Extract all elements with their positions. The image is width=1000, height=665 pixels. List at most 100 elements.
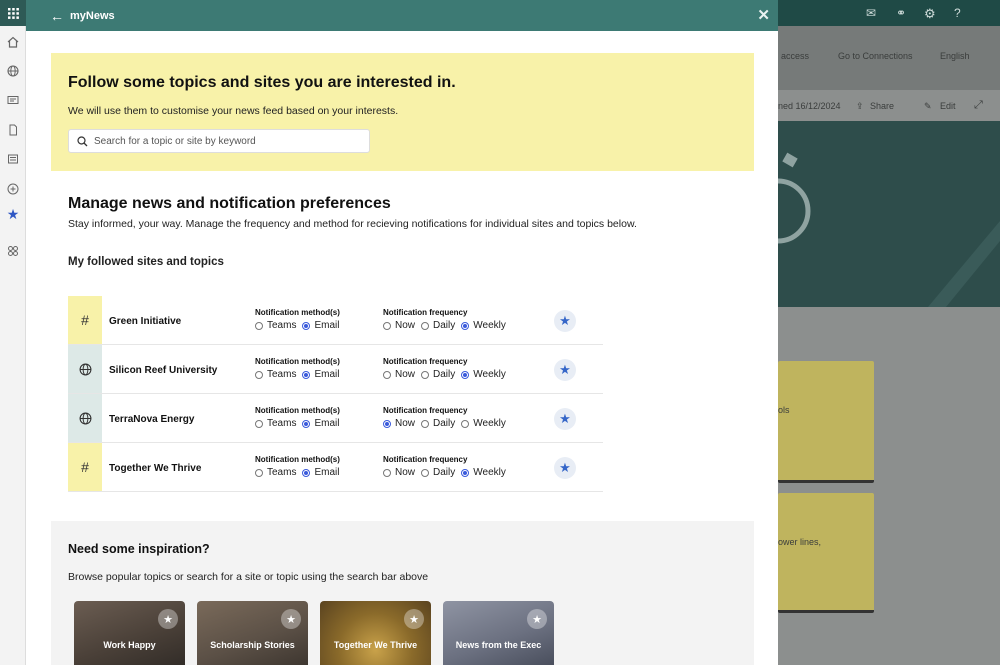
follow-heading: Follow some topics and sites you are int…	[68, 74, 456, 91]
radio-button[interactable]	[302, 370, 311, 379]
globe-icon	[68, 345, 102, 393]
hero-banner	[745, 121, 1000, 307]
follow-star-icon[interactable]: ★	[158, 609, 178, 629]
background-card[interactable]: ols	[778, 361, 874, 483]
published-date: ned 16/12/2024	[778, 101, 841, 111]
radio-button[interactable]	[461, 321, 470, 330]
notification-method-option-teams[interactable]: Teams	[255, 320, 296, 331]
radio-button[interactable]	[302, 419, 311, 428]
followed-item-row: # Together We Thrive Notification method(s…	[68, 443, 603, 492]
radio-button[interactable]	[461, 370, 470, 379]
edit-icon[interactable]: ✎	[924, 101, 932, 112]
notification-frequency-option-now[interactable]: Now	[383, 418, 415, 429]
notification-method-option-teams[interactable]: Teams	[255, 369, 296, 380]
hashtag-icon: #	[68, 296, 102, 344]
notification-frequency-option-weekly[interactable]: Weekly	[461, 467, 506, 478]
apps-icon[interactable]	[5, 243, 21, 259]
file-icon[interactable]	[5, 122, 21, 138]
notification-method-option-teams[interactable]: Teams	[255, 418, 296, 429]
radio-button[interactable]	[255, 468, 263, 477]
radio-button[interactable]	[383, 468, 391, 477]
radio-button[interactable]	[421, 321, 430, 330]
back-arrow-icon[interactable]: ←	[50, 9, 64, 23]
list-icon[interactable]	[5, 151, 21, 167]
topic-tile[interactable]: Scholarship Stories ★	[197, 601, 308, 665]
notification-method-group: Notification method(s) Teams Email	[255, 308, 345, 331]
notification-method-option-email[interactable]: Email	[302, 418, 339, 429]
notification-frequency-option-now[interactable]: Now	[383, 467, 415, 478]
notification-method-option-email[interactable]: Email	[302, 467, 339, 478]
share-nodes-icon[interactable]: ⚭	[896, 6, 910, 20]
radio-button[interactable]	[255, 321, 263, 330]
access-link[interactable]: access	[781, 51, 809, 61]
share-icon[interactable]: ⇪	[856, 101, 864, 112]
follow-star-icon[interactable]: ★	[404, 609, 424, 629]
connections-link[interactable]: Go to Connections	[838, 51, 913, 61]
globe-icon[interactable]	[5, 63, 21, 79]
radio-label: Email	[314, 369, 340, 380]
news-icon[interactable]	[5, 92, 21, 108]
radio-button[interactable]	[383, 419, 391, 428]
mynews-panel: ← myNews ✕ Follow some topics and sites …	[26, 0, 778, 665]
add-circle-icon[interactable]	[5, 181, 21, 197]
inspiration-subtext: Browse popular topics or search for a si…	[68, 571, 429, 583]
background-nav: access Go to Connections English	[778, 26, 1000, 90]
megaphone-icon[interactable]: ✉	[866, 6, 880, 20]
followed-item-name: Together We Thrive	[109, 463, 202, 474]
topic-tile[interactable]: News from the Exec ★	[443, 601, 554, 665]
notification-frequency-option-now[interactable]: Now	[383, 369, 415, 380]
radio-button[interactable]	[255, 419, 263, 428]
unfollow-star-icon[interactable]: ★	[554, 359, 576, 381]
notification-frequency-label: Notification frequency	[383, 308, 468, 317]
radio-label: Daily	[433, 467, 456, 478]
notification-frequency-option-weekly[interactable]: Weekly	[461, 369, 506, 380]
search-input[interactable]	[94, 135, 354, 147]
radio-button[interactable]	[302, 468, 311, 477]
search-box[interactable]	[68, 129, 370, 153]
notification-method-option-email[interactable]: Email	[302, 320, 339, 331]
notification-frequency-option-now[interactable]: Now	[383, 320, 415, 331]
notification-frequency-option-weekly[interactable]: Weekly	[461, 320, 506, 331]
radio-button[interactable]	[421, 419, 430, 428]
share-button[interactable]: Share	[870, 101, 894, 111]
topic-tile[interactable]: Work Happy ★	[74, 601, 185, 665]
background-card[interactable]: ower lines,	[778, 493, 874, 613]
radio-button[interactable]	[421, 370, 430, 379]
edit-button[interactable]: Edit	[940, 101, 956, 111]
home-icon[interactable]	[5, 34, 21, 50]
radio-button[interactable]	[421, 468, 430, 477]
follow-star-icon[interactable]: ★	[281, 609, 301, 629]
unfollow-star-icon[interactable]: ★	[554, 310, 576, 332]
radio-button[interactable]	[461, 468, 470, 477]
notification-frequency-option-daily[interactable]: Daily	[421, 369, 455, 380]
notification-frequency-option-daily[interactable]: Daily	[421, 418, 455, 429]
language-link[interactable]: English	[940, 51, 970, 61]
follow-star-icon[interactable]: ★	[527, 609, 547, 629]
radio-button[interactable]	[255, 370, 263, 379]
radio-button[interactable]	[302, 321, 311, 330]
unfollow-star-icon[interactable]: ★	[554, 457, 576, 479]
radio-label: Email	[314, 467, 340, 478]
notification-method-option-teams[interactable]: Teams	[255, 467, 296, 478]
close-icon[interactable]: ✕	[757, 6, 770, 24]
notification-frequency-option-weekly[interactable]: Weekly	[461, 418, 506, 429]
app-rail: ★	[0, 0, 26, 665]
app-launcher-icon[interactable]	[0, 0, 26, 26]
notification-frequency-option-daily[interactable]: Daily	[421, 467, 455, 478]
expand-icon[interactable]: ⤢	[974, 99, 983, 112]
topic-tile-label: Work Happy	[103, 640, 156, 650]
gear-icon[interactable]: ⚙	[924, 6, 938, 21]
unfollow-star-icon[interactable]: ★	[554, 408, 576, 430]
star-icon[interactable]: ★	[5, 206, 21, 222]
radio-button[interactable]	[383, 321, 391, 330]
notification-frequency-option-daily[interactable]: Daily	[421, 320, 455, 331]
help-icon[interactable]: ?	[954, 6, 968, 20]
radio-label: Now	[395, 369, 416, 380]
topic-tile[interactable]: Together We Thrive ★	[320, 601, 431, 665]
radio-button[interactable]	[383, 370, 391, 379]
notification-frequency-group: Notification frequency Now Daily Weekly	[383, 455, 512, 478]
radio-button[interactable]	[461, 419, 470, 428]
radio-label: Email	[314, 320, 340, 331]
followed-item-name: TerraNova Energy	[109, 414, 195, 425]
notification-method-option-email[interactable]: Email	[302, 369, 339, 380]
